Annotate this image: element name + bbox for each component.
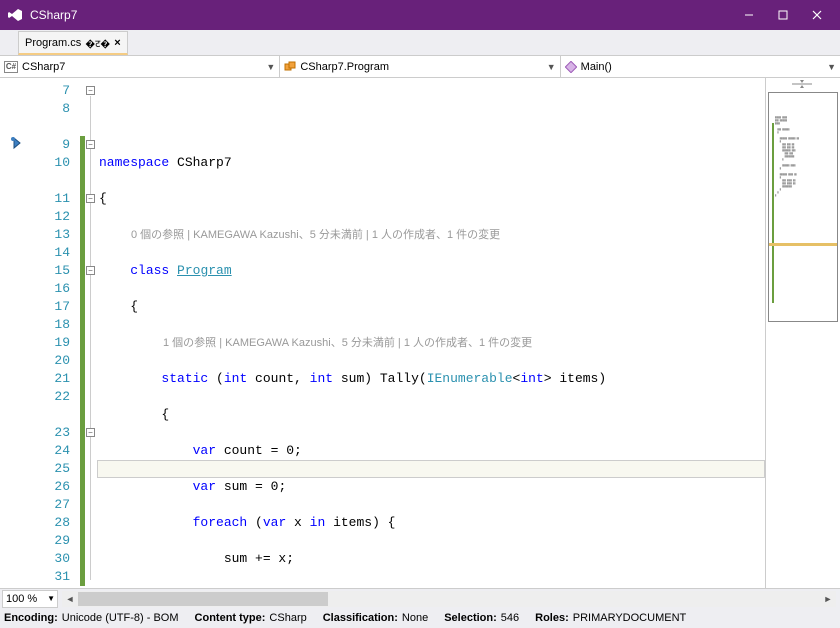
project-dropdown[interactable]: C# CSharp7 ▼ — [0, 56, 280, 77]
pin-icon[interactable]: �ट� — [85, 36, 110, 50]
window-title: CSharp7 — [30, 8, 732, 22]
split-handle-icon[interactable] — [772, 78, 832, 90]
scroll-right-icon[interactable]: ► — [820, 591, 836, 607]
method-dropdown-label: Main() — [581, 61, 612, 73]
method-dropdown[interactable]: Main() ▼ — [561, 56, 840, 77]
scrollbar-thumb[interactable] — [78, 592, 328, 606]
outlining-margin[interactable]: − − − − − — [85, 78, 97, 588]
fold-toggle[interactable]: − — [86, 140, 95, 149]
fold-toggle[interactable]: − — [86, 194, 95, 203]
status-label: Classification: — [323, 612, 398, 624]
tracepoint-icon[interactable] — [10, 136, 24, 150]
fold-toggle[interactable]: − — [86, 428, 95, 437]
status-label: Roles: — [535, 612, 569, 624]
status-selection: 546 — [501, 612, 519, 624]
minimize-button[interactable] — [732, 2, 766, 28]
close-button[interactable] — [800, 2, 834, 28]
title-bar: CSharp7 — [0, 0, 840, 30]
method-icon — [565, 61, 577, 73]
chevron-down-icon: ▼ — [547, 62, 556, 72]
status-label: Content type: — [195, 612, 266, 624]
status-encoding: Unicode (UTF-8) - BOM — [62, 612, 179, 624]
indicator-margin — [0, 78, 36, 588]
horizontal-scrollbar[interactable]: ◄ ► — [62, 591, 836, 607]
editor-bottom-bar: 100 % ▼ ◄ ► — [0, 588, 840, 608]
scroll-left-icon[interactable]: ◄ — [62, 591, 78, 607]
maximize-button[interactable] — [766, 2, 800, 28]
chevron-down-icon: ▼ — [47, 594, 57, 603]
class-icon — [284, 61, 296, 73]
code-editor[interactable]: 7891011121314151617181920212223242526272… — [0, 78, 840, 588]
status-contenttype: CSharp — [269, 612, 306, 624]
status-label: Encoding: — [4, 612, 58, 624]
document-tab-strip: Program.cs �ट� × — [0, 30, 840, 56]
line-numbers: 7891011121314151617181920212223242526272… — [36, 78, 80, 588]
status-classification: None — [402, 612, 428, 624]
fold-toggle[interactable]: − — [86, 86, 95, 95]
zoom-level: 100 % — [6, 593, 37, 605]
minimap[interactable]: █████ ████ ███ ██████ ████ ███ ██████ █ … — [768, 92, 838, 322]
overview-ruler[interactable]: █████ ████ ███ ██████ ████ ███ ██████ █ … — [765, 78, 840, 588]
navigation-bar: C# CSharp7 ▼ CSharp7.Program ▼ Main() ▼ — [0, 56, 840, 78]
codelens[interactable]: 0 個の参照 | KAMEGAWA Kazushi、5 分未満前 | 1 人の作… — [99, 226, 500, 244]
fold-toggle[interactable]: − — [86, 266, 95, 275]
visual-studio-icon — [6, 6, 24, 24]
codelens[interactable]: 1 個の参照 | KAMEGAWA Kazushi、5 分未満前 | 1 人の作… — [99, 334, 532, 352]
project-dropdown-label: CSharp7 — [22, 61, 65, 73]
class-dropdown[interactable]: CSharp7.Program ▼ — [280, 56, 560, 77]
minimap-preview: █████ ████ ███ ██████ ████ ███ ██████ █ … — [775, 113, 833, 200]
status-roles: PRIMARYDOCUMENT — [573, 612, 686, 624]
class-dropdown-label: CSharp7.Program — [300, 61, 389, 73]
tab-close-icon[interactable]: × — [114, 37, 120, 49]
csharp-project-icon: C# — [4, 61, 18, 73]
chevron-down-icon: ▼ — [827, 62, 836, 72]
chevron-down-icon: ▼ — [266, 62, 275, 72]
status-label: Selection: — [444, 612, 497, 624]
document-tab[interactable]: Program.cs �ट� × — [18, 31, 128, 55]
code-text[interactable]: namespace CSharp7 { 0 個の参照 | KAMEGAWA Ka… — [97, 78, 765, 588]
status-bar: Encoding: Unicode (UTF-8) - BOM Content … — [0, 608, 840, 628]
zoom-dropdown[interactable]: 100 % ▼ — [2, 590, 58, 608]
tab-filename: Program.cs — [25, 37, 81, 49]
